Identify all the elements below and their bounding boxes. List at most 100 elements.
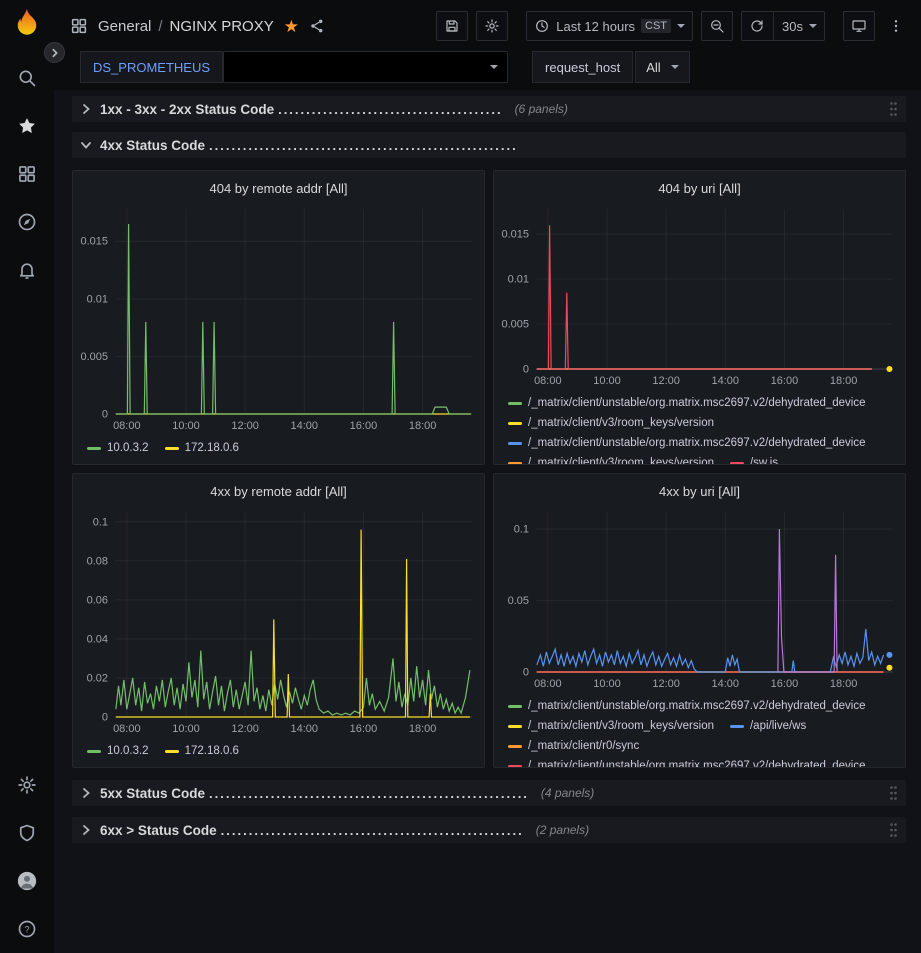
panel-title[interactable]: 404 by remote addr [All]	[73, 175, 484, 201]
time-series-chart[interactable]: 00.020.040.060.080.108:0010:0012:0014:00…	[73, 504, 484, 739]
refresh-interval-group[interactable]: 30s	[741, 11, 825, 41]
sidebar-expand-button[interactable]	[44, 42, 65, 63]
panel-title[interactable]: 404 by uri [All]	[494, 175, 905, 201]
legend-item[interactable]: /_matrix/client/r0/sync	[508, 736, 639, 756]
legend-item[interactable]: /_matrix/client/unstable/org.matrix.msc2…	[508, 433, 866, 453]
chevron-down-icon	[671, 65, 679, 69]
svg-text:0.01: 0.01	[87, 293, 108, 305]
tv-mode-button[interactable]	[843, 11, 875, 41]
legend-item[interactable]: /_matrix/client/unstable/org.matrix.msc2…	[508, 393, 866, 413]
row-title-dots: ........................................…	[221, 823, 524, 838]
legend-item[interactable]: /_matrix/client/v3/room_keys/version	[508, 413, 714, 433]
svg-text:0.01: 0.01	[508, 274, 529, 286]
legend-item[interactable]: /sw.js	[730, 453, 778, 464]
save-dashboard-button[interactable]	[436, 11, 468, 41]
zoom-out-button[interactable]	[701, 11, 733, 41]
row-header-4xx[interactable]: 4xx Status Code ........................…	[72, 132, 906, 158]
row-title: 6xx > Status Code	[100, 823, 217, 838]
user-avatar[interactable]	[7, 861, 47, 901]
svg-text:12:00: 12:00	[231, 420, 259, 432]
time-range-label: Last 12 hours	[556, 19, 635, 34]
dashboard-settings-button[interactable]	[476, 11, 508, 41]
alerting-bell-icon[interactable]	[7, 250, 47, 290]
apps-grid-icon[interactable]	[70, 17, 88, 35]
breadcrumb-section[interactable]: General	[98, 18, 151, 35]
time-series-chart[interactable]: 00.0050.010.01508:0010:0012:0014:0016:00…	[73, 201, 484, 436]
dashboard-content: 1xx - 3xx - 2xx Status Code ............…	[54, 90, 921, 953]
svg-text:18:00: 18:00	[830, 678, 858, 690]
svg-text:12:00: 12:00	[652, 375, 680, 387]
svg-text:0: 0	[102, 409, 108, 421]
chevron-down-icon	[677, 24, 685, 28]
datasource-variable-label[interactable]: DS_PROMETHEUS	[80, 51, 223, 83]
svg-text:14:00: 14:00	[712, 375, 740, 387]
svg-text:0: 0	[523, 667, 529, 679]
breadcrumb-separator: /	[158, 18, 162, 35]
refresh-interval-label[interactable]: 30s	[782, 19, 803, 34]
svg-text:0.015: 0.015	[501, 229, 529, 241]
request-host-variable-label[interactable]: request_host	[532, 51, 633, 83]
row-header-6xx[interactable]: 6xx > Status Code ......................…	[72, 817, 906, 843]
share-icon[interactable]	[309, 18, 325, 34]
kebab-menu-icon[interactable]	[883, 11, 909, 41]
row-drag-handle[interactable]	[889, 101, 900, 117]
svg-text:08:00: 08:00	[113, 420, 141, 432]
dashboards-icon[interactable]	[7, 154, 47, 194]
request-host-value: All	[646, 60, 660, 75]
row-drag-handle[interactable]	[889, 822, 900, 838]
row-title-dots: ........................................…	[209, 138, 518, 153]
panel-title[interactable]: 4xx by remote addr [All]	[73, 478, 484, 504]
datasource-select[interactable]	[223, 51, 508, 83]
panel-grid: 404 by remote addr [All] 0 0.005 0.01 0.015…	[72, 170, 906, 768]
legend-item[interactable]: 10.0.3.2	[87, 741, 149, 761]
panel-404-by-uri: 404 by uri [All] 00.0050.010.01508:0010:…	[493, 170, 906, 465]
svg-text:18:00: 18:00	[830, 375, 858, 387]
legend-item[interactable]: /_matrix/client/v3/room_keys/version	[508, 716, 714, 736]
shield-icon[interactable]	[7, 813, 47, 853]
chevron-right-icon	[80, 824, 92, 836]
chart-legend: 10.0.3.2 172.18.0.6	[73, 739, 484, 767]
svg-text:16:00: 16:00	[771, 375, 799, 387]
legend-item[interactable]: /_matrix/client/unstable/org.matrix.msc2…	[508, 756, 866, 767]
dashboard-title[interactable]: NGINX PROXY	[170, 18, 274, 35]
panel-4xx-by-remote-addr: 4xx by remote addr [All] 00.020.040.060.…	[72, 473, 485, 768]
row-header-1xx-2xx-3xx[interactable]: 1xx - 3xx - 2xx Status Code ............…	[72, 96, 906, 122]
svg-text:0.015: 0.015	[80, 236, 108, 248]
timezone-tag: CST	[641, 19, 671, 33]
row-title: 1xx - 3xx - 2xx Status Code	[100, 102, 274, 117]
chevron-down-icon	[809, 24, 817, 28]
chevron-down-icon	[490, 65, 498, 69]
time-series-chart[interactable]: 00.0050.010.01508:0010:0012:0014:0016:00…	[494, 201, 905, 391]
svg-text:0.04: 0.04	[87, 633, 108, 645]
explore-compass-icon[interactable]	[7, 202, 47, 242]
svg-text:0.1: 0.1	[514, 524, 529, 536]
svg-text:0.02: 0.02	[87, 672, 108, 684]
row-header-5xx[interactable]: 5xx Status Code ........................…	[72, 780, 906, 806]
starred-icon[interactable]	[7, 106, 47, 146]
legend-item[interactable]: /_matrix/client/v3/room_keys/version	[508, 453, 714, 464]
time-series-chart[interactable]: 00.050.108:0010:0012:0014:0016:0018:00	[494, 504, 905, 694]
legend-item[interactable]: /api/live/ws	[730, 716, 806, 736]
svg-text:16:00: 16:00	[350, 723, 378, 735]
legend-item[interactable]: 172.18.0.6	[165, 438, 239, 458]
svg-text:0.005: 0.005	[80, 351, 108, 363]
search-icon[interactable]	[7, 58, 47, 98]
legend-item[interactable]: 10.0.3.2	[87, 438, 149, 458]
refresh-icon[interactable]	[749, 18, 765, 34]
request-host-select[interactable]: All	[635, 51, 689, 83]
help-icon[interactable]: ?	[7, 909, 47, 949]
svg-text:14:00: 14:00	[291, 420, 319, 432]
panel-title[interactable]: 4xx by uri [All]	[494, 478, 905, 504]
svg-text:18:00: 18:00	[409, 723, 437, 735]
legend-item[interactable]: 172.18.0.6	[165, 741, 239, 761]
grafana-app: ? General / NGINX PROXY ★	[0, 0, 921, 953]
favorite-star-icon[interactable]: ★	[284, 18, 299, 35]
grafana-logo[interactable]	[11, 6, 43, 38]
svg-text:08:00: 08:00	[534, 375, 562, 387]
legend-item[interactable]: /_matrix/client/unstable/org.matrix.msc2…	[508, 696, 866, 716]
chart-legend: 10.0.3.2 172.18.0.6	[73, 436, 484, 464]
time-range-picker[interactable]: Last 12 hours CST	[526, 11, 693, 41]
settings-gear-icon[interactable]	[7, 765, 47, 805]
row-drag-handle[interactable]	[889, 785, 900, 801]
svg-text:0.06: 0.06	[87, 594, 108, 606]
